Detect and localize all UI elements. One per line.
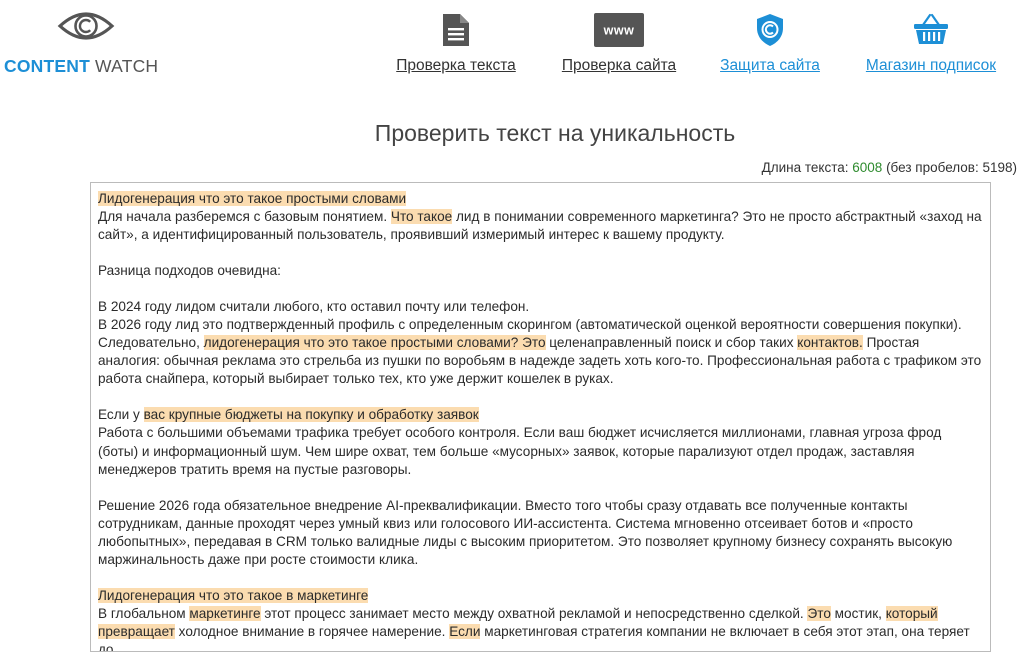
text-paragraph: Если у вас крупные бюджеты на покупку и … [98, 407, 479, 423]
highlighted-fragment: лидогенерация что это такое простыми сло… [203, 335, 546, 351]
svg-text:www: www [603, 24, 635, 38]
highlighted-fragment: Лидогенерация что это такое простыми сло… [98, 191, 407, 206]
brand-name: CONTENT WATCH [4, 56, 158, 77]
document-icon [443, 14, 469, 46]
text-length-info: Длина текста: 6008 (без пробелов: 5198) [762, 160, 1017, 175]
shield-copyright-icon [757, 14, 783, 46]
highlighted-fragment: вас крупные бюджеты на покупку и обработ… [143, 407, 479, 423]
text-paragraph: В глобальном маркетинге этот процесс зан… [98, 605, 970, 652]
text-paragraph: В 2026 году лид это подтвержденный профи… [98, 317, 982, 387]
nav-protect-site-link[interactable]: Защита сайта [712, 57, 828, 75]
text-length-label: Длина текста: [761, 160, 853, 175]
text-paragraph: Работа с большими объемами трафика требу… [98, 425, 942, 477]
text-paragraph: Лидогенерация что это такое в маркетинге [98, 587, 984, 605]
nav-check-site[interactable]: www Проверка сайта [553, 0, 685, 90]
site-header: CONTENT WATCH Проверка текста www Провер… [0, 0, 1024, 95]
nav-protect-site[interactable]: Защита сайта [712, 0, 828, 90]
brand-name-part2: WATCH [95, 56, 159, 76]
nav-check-text-link[interactable]: Проверка текста [386, 57, 526, 75]
highlighted-fragment: Это [807, 605, 831, 621]
content-watch-logo[interactable]: CONTENT WATCH [0, 0, 175, 90]
eye-copyright-icon [57, 12, 115, 40]
text-paragraph: В 2024 году лидом считали любого, кто ос… [98, 299, 530, 315]
www-icon: www [594, 13, 644, 47]
text-paragraph: Лидогенерация что это такое простыми сло… [98, 190, 984, 208]
highlighted-fragment: контактов. [797, 335, 863, 351]
text-paragraph: Разница подходов очевидна: [98, 263, 281, 279]
brand-name-part1: CONTENT [4, 56, 90, 76]
page-title: Проверить текст на уникальность [374, 120, 736, 146]
text-input-area[interactable]: Лидогенерация что это такое простыми сло… [90, 182, 991, 652]
nav-shop[interactable]: Магазин подписок [855, 0, 1007, 90]
highlighted-fragment: маркетинге [189, 605, 261, 621]
highlighted-fragment: Что такое [390, 209, 453, 225]
basket-icon [914, 13, 948, 44]
text-length-no-spaces: (без пробелов: 5198) [882, 160, 1017, 175]
text-paragraph: Решение 2026 года обязательное внедрение… [98, 497, 953, 567]
nav-check-site-link[interactable]: Проверка сайта [553, 57, 685, 75]
text-paragraph: Для начала разберемся с базовым понятием… [98, 209, 982, 243]
nav-shop-link[interactable]: Магазин подписок [855, 57, 1007, 75]
highlighted-fragment: Лидогенерация что это такое в маркетинге [98, 587, 369, 603]
nav-check-text[interactable]: Проверка текста [386, 0, 526, 90]
text-length-value: 6008 [852, 160, 883, 175]
